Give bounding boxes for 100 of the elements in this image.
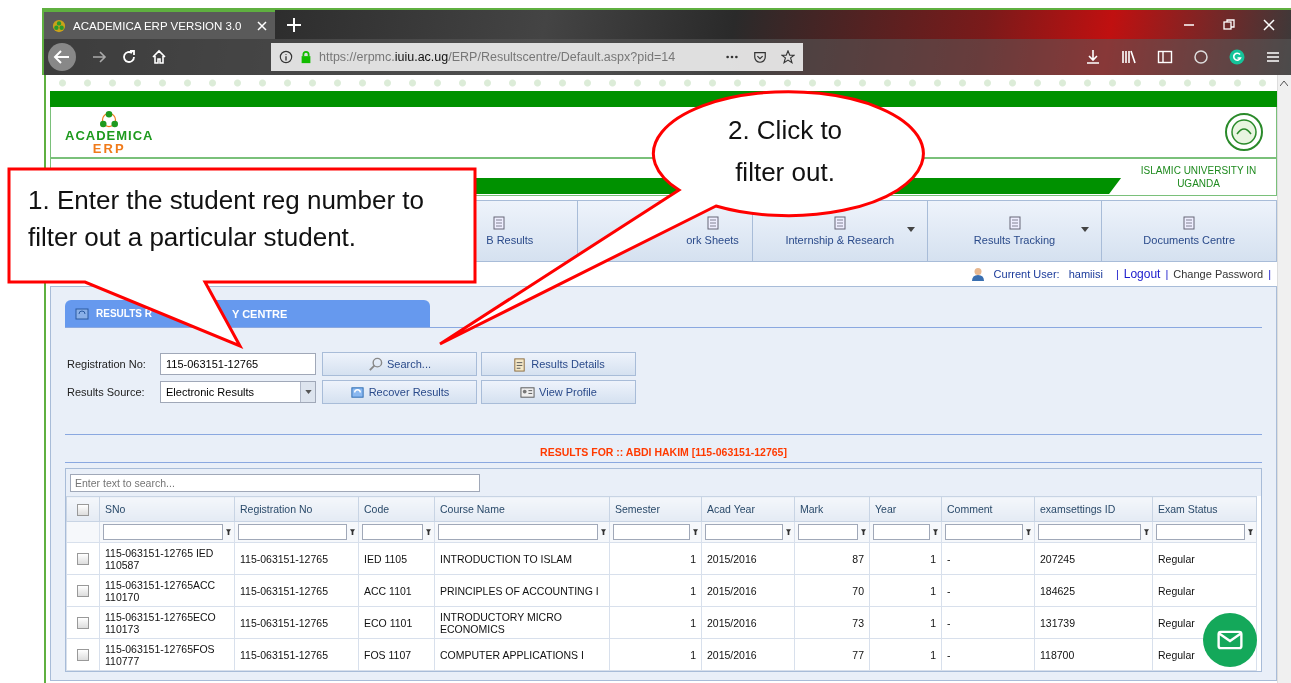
column-header[interactable]: Code: [358, 496, 435, 522]
home-icon[interactable]: [151, 49, 167, 65]
column-header[interactable]: Mark: [794, 496, 870, 522]
registration-input[interactable]: 115-063151-12765: [160, 353, 316, 375]
filter-field[interactable]: [798, 524, 858, 540]
table-cell: 70: [852, 584, 864, 597]
results-source-select[interactable]: Electronic Results: [160, 381, 316, 403]
checkbox[interactable]: [77, 553, 89, 566]
filter-icon[interactable]: [601, 528, 606, 536]
checkbox[interactable]: [77, 503, 89, 516]
filter-field[interactable]: [873, 524, 930, 540]
circle-icon[interactable]: [1193, 49, 1209, 65]
table-cell: PRINCIPLES OF ACCOUNTING I: [440, 584, 599, 597]
address-bar[interactable]: https://erpmc.iuiu.ac.ug/ERP/Resultscentre/Default.aspx?pid=14: [271, 43, 803, 71]
column-header[interactable]: Exam Status: [1152, 496, 1257, 522]
results-title: RESULTS FOR :: ABDI HAKIM [115-063151-12765]: [539, 445, 788, 460]
table-cell: -: [947, 648, 951, 661]
column-header[interactable]: SNo: [99, 496, 235, 522]
filter-field[interactable]: [945, 524, 1023, 540]
filter-icon[interactable]: [226, 528, 231, 536]
column-header[interactable]: Course Name: [434, 496, 610, 522]
refresh-icon: [349, 384, 365, 400]
logout-link[interactable]: Logout: [1123, 267, 1161, 281]
back-icon[interactable]: [47, 42, 77, 72]
column-header[interactable]: Comment: [941, 496, 1035, 522]
filter-icon[interactable]: [933, 528, 938, 536]
close-icon[interactable]: [257, 20, 267, 31]
scroll-up-icon[interactable]: [1280, 81, 1289, 86]
field-label: Registration No:: [67, 358, 147, 370]
table-cell: 115-063151-12765FOS 110777: [105, 642, 215, 667]
logo-icon: [98, 110, 121, 129]
pocket-icon[interactable]: [753, 50, 767, 64]
menu-icon[interactable]: [1265, 49, 1281, 65]
menu-item[interactable]: Documents Centre: [1101, 201, 1277, 261]
table-cell: 87: [852, 552, 864, 565]
column-header[interactable]: Semester: [609, 496, 702, 522]
table-cell: INTRODUCTION TO ISLAM: [440, 552, 573, 565]
column-header[interactable]: Year: [869, 496, 942, 522]
filter-field[interactable]: [1038, 524, 1141, 540]
filter-field[interactable]: [238, 524, 347, 540]
grid-search-field[interactable]: Enter text to search...: [70, 474, 480, 492]
table-cell: 1: [930, 584, 936, 597]
document-icon: [832, 216, 847, 230]
table-cell: 115-063151-12765: [240, 552, 328, 565]
field-label: Results Source:: [67, 386, 146, 398]
filter-field[interactable]: [613, 524, 690, 540]
filter-icon[interactable]: [1144, 528, 1149, 536]
browser-tab[interactable]: ACADEMICA ERP VERSION 3.0: [44, 10, 275, 39]
checkbox[interactable]: [77, 649, 89, 662]
library-icon[interactable]: [1121, 49, 1137, 65]
filter-icon[interactable]: [1026, 528, 1031, 536]
filter-field[interactable]: [705, 524, 783, 540]
table-cell: Regular: [1158, 616, 1195, 629]
change-password-link[interactable]: Change Password: [1173, 268, 1264, 280]
menu-item[interactable]: B Results: [482, 201, 578, 261]
close-icon[interactable]: [1263, 18, 1275, 31]
column-header[interactable]: Acad Year: [701, 496, 795, 522]
plus-icon[interactable]: [287, 17, 301, 32]
column-header[interactable]: examsettings ID: [1034, 496, 1153, 522]
table-cell: -: [947, 584, 951, 597]
filter-field[interactable]: [103, 524, 223, 540]
table-cell: Regular: [1158, 648, 1195, 661]
profile-button[interactable]: View Profile: [481, 380, 636, 404]
table-cell: INTRODUCTORY MICRO ECONOMICS: [440, 610, 562, 635]
filter-icon[interactable]: [350, 528, 355, 536]
filter-icon[interactable]: [1248, 528, 1253, 536]
lock-icon: [299, 50, 313, 64]
filter-field[interactable]: [1156, 524, 1245, 540]
menu-item[interactable]: Results Tracking: [926, 201, 1102, 261]
document-icon: [705, 216, 720, 230]
filter-icon[interactable]: [861, 528, 866, 536]
g-icon[interactable]: [1229, 49, 1245, 65]
checkbox[interactable]: [77, 617, 89, 630]
table-cell: IED 1105: [364, 552, 407, 565]
search-button[interactable]: Search...: [322, 352, 477, 376]
envelope-icon: [1217, 630, 1243, 650]
sidebar-icon[interactable]: [1157, 49, 1173, 65]
recover-button[interactable]: Recover Results: [322, 380, 477, 404]
table-cell: 115-063151-12765: [240, 648, 328, 661]
table-cell: 2015/2016: [707, 648, 757, 661]
table-cell: 131739: [1040, 616, 1076, 629]
reload-icon[interactable]: [121, 49, 137, 65]
logo-subtext: ERP: [92, 142, 126, 154]
download-icon[interactable]: [1085, 49, 1101, 65]
table-cell: 1: [690, 648, 696, 661]
checkbox[interactable]: [77, 585, 89, 598]
refresh-icon: [75, 307, 89, 320]
panel-title: RESULTS R: [96, 308, 152, 319]
filter-icon[interactable]: [786, 528, 791, 536]
restore-icon[interactable]: [1223, 18, 1235, 31]
table-cell: 77: [852, 648, 864, 661]
filter-field[interactable]: [362, 524, 423, 540]
document-icon: [1182, 216, 1197, 230]
forward-icon[interactable]: [91, 49, 107, 65]
filter-icon[interactable]: [426, 528, 431, 536]
filter-icon[interactable]: [693, 528, 698, 536]
filter-field[interactable]: [438, 524, 598, 540]
details-button[interactable]: Results Details: [481, 352, 636, 376]
star-icon[interactable]: [781, 50, 795, 64]
column-header[interactable]: Registration No: [234, 496, 359, 522]
